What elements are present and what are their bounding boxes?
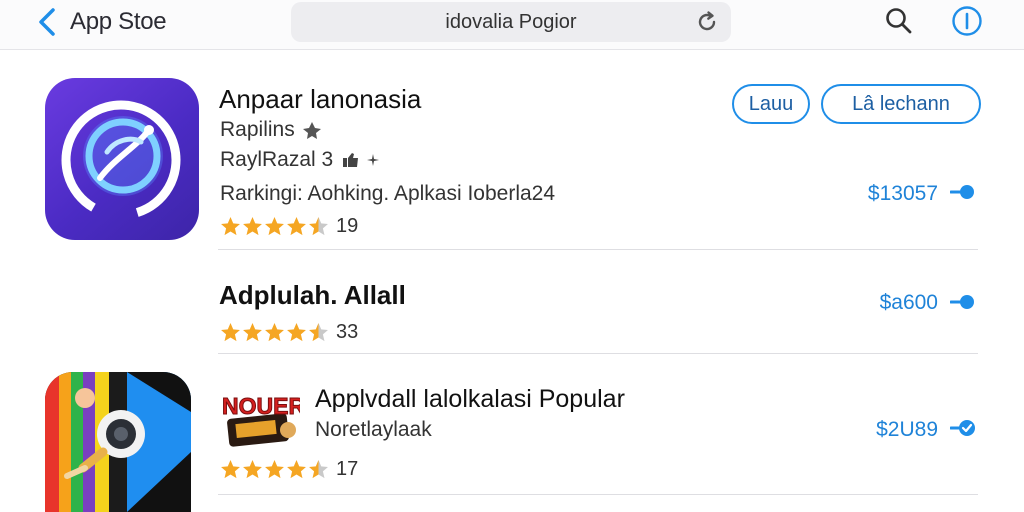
- app-price[interactable]: $13057: [842, 182, 938, 206]
- app-title[interactable]: Applvdall lalolkalasi Popular: [315, 385, 625, 414]
- sparkle-icon: [367, 154, 380, 166]
- star-icon: [265, 459, 284, 478]
- back-button[interactable]: App Stoe: [38, 6, 167, 38]
- app-icon-1[interactable]: [45, 78, 199, 240]
- swirl-logo-icon: [61, 100, 181, 220]
- app-developer: Rapilins: [220, 118, 323, 142]
- button-lauu[interactable]: Lauu: [732, 84, 810, 124]
- star-icon: [287, 216, 306, 235]
- star-icon: [221, 459, 240, 478]
- half-star-icon: [309, 216, 328, 235]
- rating-count: 33: [336, 320, 359, 343]
- search-input[interactable]: idovalia Pogior: [291, 2, 731, 42]
- toggle-icon[interactable]: [950, 182, 976, 202]
- badge-icon: [302, 122, 321, 139]
- app-icon-3[interactable]: [45, 372, 191, 512]
- star-rating: [220, 322, 330, 343]
- half-star-icon: [309, 459, 328, 478]
- app-title[interactable]: Anpaar lanonasia: [219, 84, 421, 115]
- row-divider: [218, 249, 978, 250]
- badge-text: NOUER: [222, 393, 300, 419]
- toggle-icon[interactable]: [950, 292, 976, 312]
- reload-icon[interactable]: [695, 10, 719, 34]
- app-ranking: Rarkingi: Aohking. Aplkasi Ioberla24: [220, 182, 556, 205]
- star-icon: [265, 216, 284, 235]
- app-title[interactable]: Adplulah. Allall: [219, 280, 406, 311]
- half-star-icon: [309, 322, 328, 341]
- star-icon: [243, 459, 262, 478]
- row-divider: [218, 494, 978, 495]
- star-icon: [221, 216, 240, 235]
- info-icon[interactable]: [951, 5, 983, 37]
- button-lechann[interactable]: Lâ lechann: [821, 84, 981, 124]
- app-price[interactable]: $2U89: [842, 418, 938, 442]
- rating: 19: [220, 214, 358, 238]
- star-icon: [221, 322, 240, 341]
- rating-count: 19: [336, 214, 359, 237]
- camera-stripes-icon: [45, 372, 191, 512]
- star-rating: [220, 216, 330, 237]
- star-rating: [220, 459, 330, 480]
- back-label: App Stoe: [70, 8, 167, 35]
- star-icon: [287, 322, 306, 341]
- magnifier-icon[interactable]: [884, 6, 914, 36]
- thumb-icon: [343, 153, 359, 167]
- star-icon: [243, 216, 262, 235]
- search-text: idovalia Pogior: [445, 11, 577, 33]
- chevron-left-icon: [39, 8, 55, 36]
- rating-count: 17: [336, 457, 359, 480]
- app-line-1: Rapilins: [220, 118, 295, 141]
- check-toggle-icon[interactable]: [950, 418, 976, 438]
- noticia-badge-icon: NOUER: [222, 393, 300, 447]
- rating: 33: [220, 320, 358, 344]
- top-bar: App Stoe idovalia Pogior: [0, 0, 1024, 50]
- app-developer: Noretlaylaak: [315, 418, 432, 441]
- row-divider: [218, 353, 978, 354]
- star-icon: [265, 322, 284, 341]
- app-price[interactable]: $a600: [842, 291, 938, 315]
- star-icon: [287, 459, 306, 478]
- app-line-2: RaylRazal 3: [220, 148, 334, 171]
- rating: 17: [220, 457, 358, 481]
- star-icon: [243, 322, 262, 341]
- app-category: RaylRazal 3: [220, 148, 381, 172]
